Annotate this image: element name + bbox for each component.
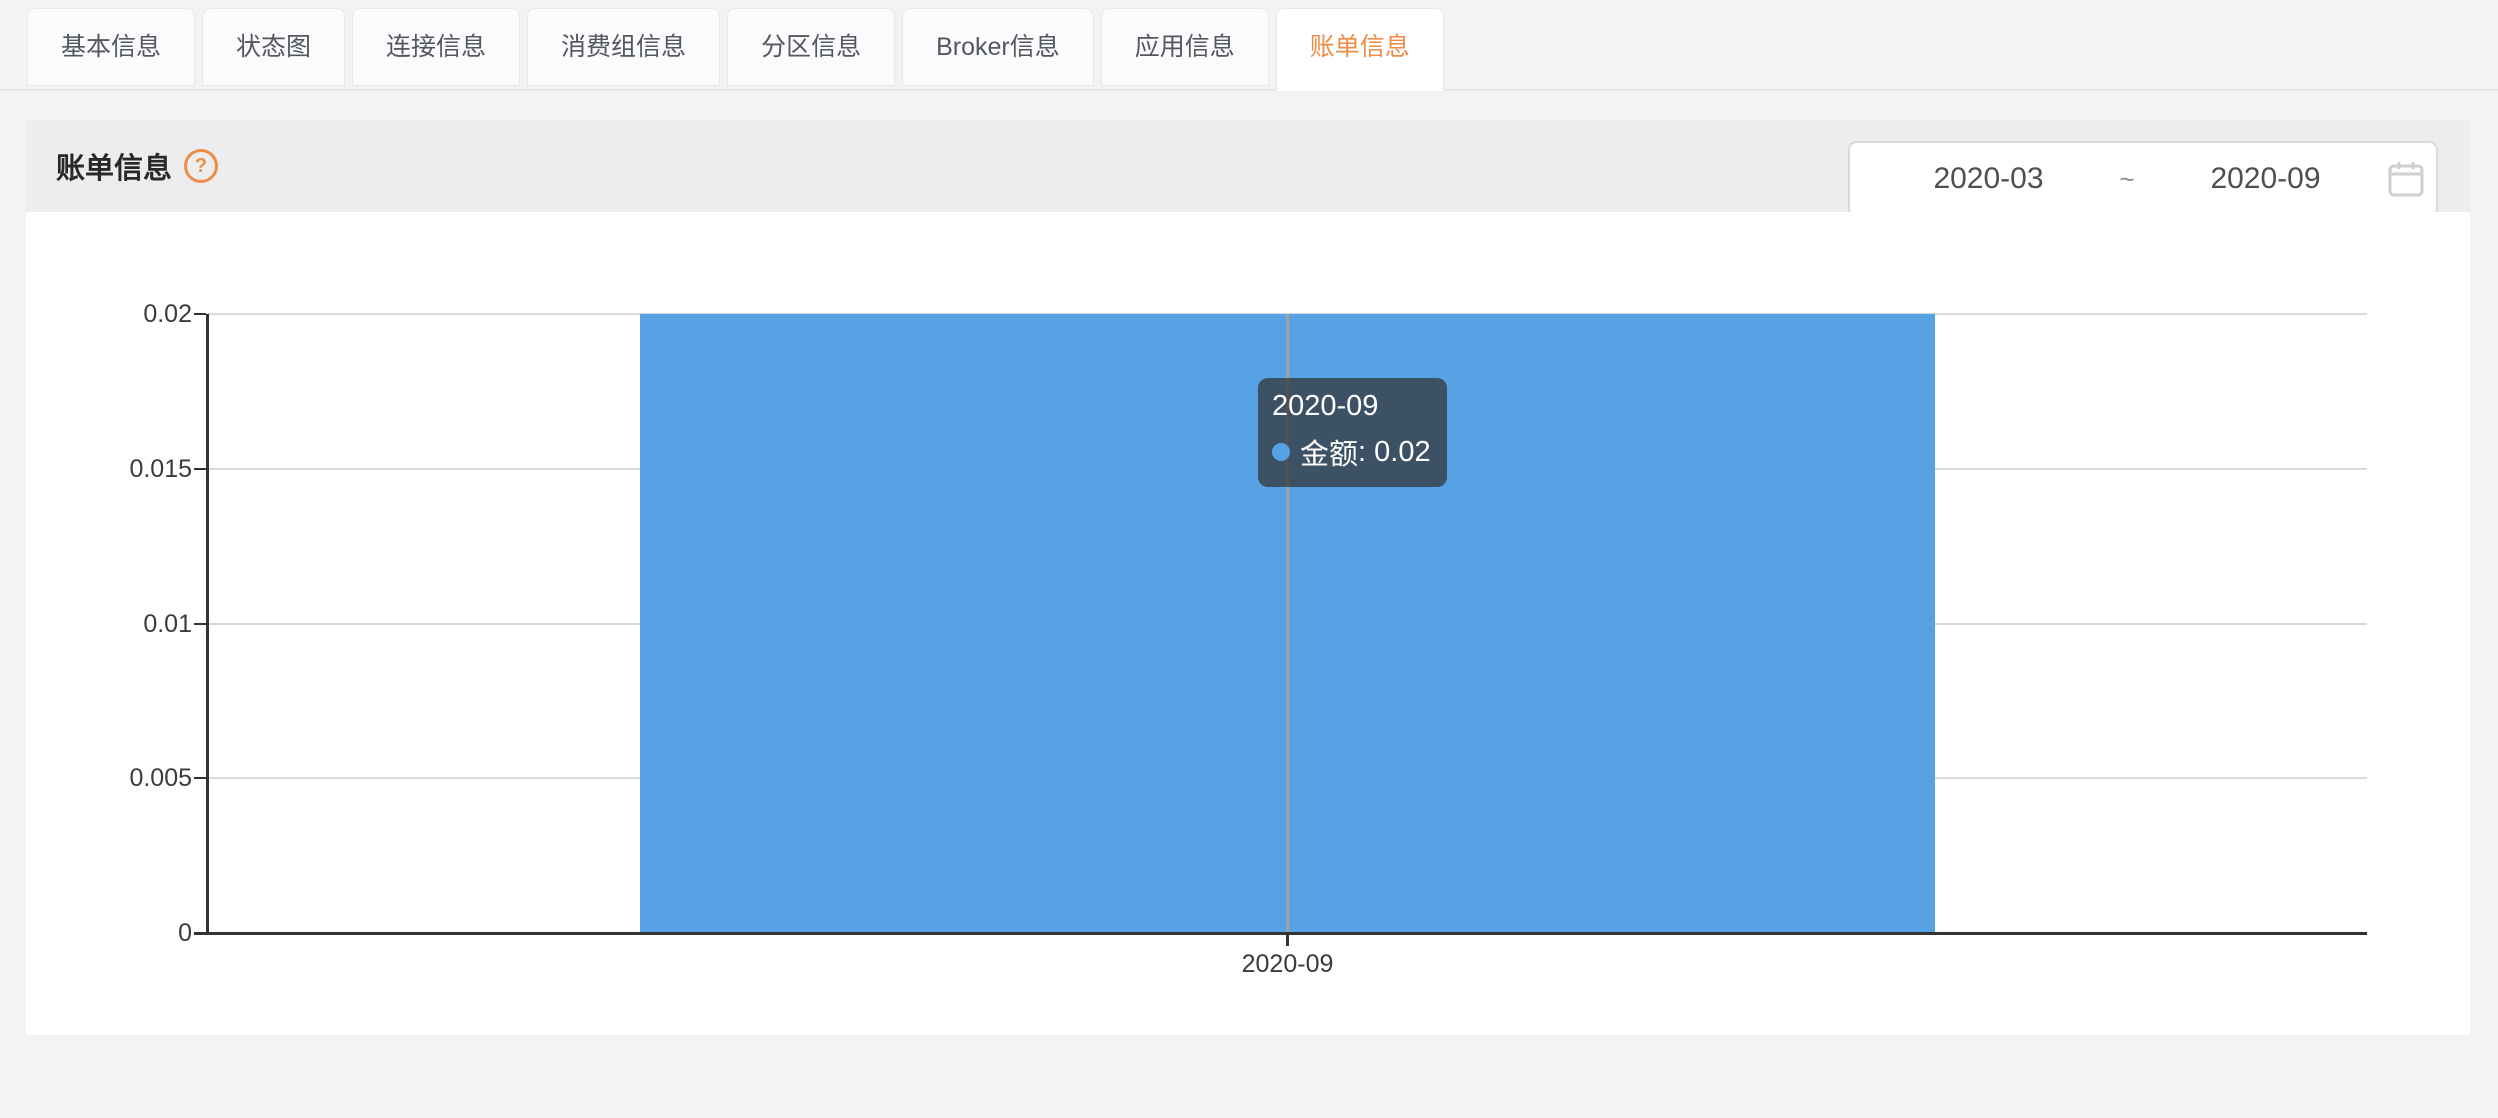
range-start-value[interactable]: 2020-03	[1880, 162, 2097, 196]
tab-item-4[interactable]: 消费组信息	[527, 8, 720, 86]
tab-item-7[interactable]: 应用信息	[1101, 8, 1269, 86]
tooltip-row: 金额: 0.02	[1272, 431, 1431, 473]
tooltip-separator: :	[1358, 436, 1374, 469]
tooltip-value: 0.02	[1374, 436, 1430, 469]
tab-item-1[interactable]: 基本信息	[27, 8, 195, 86]
page: 基本信息状态图连接信息消费组信息分区信息Broker信息应用信息账单信息 账单信…	[0, 0, 2498, 1118]
y-axis-label: 0	[42, 919, 192, 947]
panel-header: 账单信息 ? 2020-03 ~ 2020-09	[26, 120, 2470, 212]
y-axis-label: 0.02	[42, 300, 192, 328]
tab-item-6[interactable]: Broker信息	[902, 8, 1094, 86]
tab-item-5[interactable]: 分区信息	[727, 8, 895, 86]
panel-title: 账单信息	[56, 145, 172, 187]
y-axis-tick	[194, 777, 206, 779]
tab-item-2[interactable]: 状态图	[202, 8, 345, 86]
date-range-picker[interactable]: 2020-03 ~ 2020-09	[1848, 141, 2438, 217]
y-axis-tick	[194, 468, 206, 470]
tab-bar: 基本信息状态图连接信息消费组信息分区信息Broker信息应用信息账单信息	[0, 8, 2498, 91]
question-circle-icon[interactable]: ?	[184, 149, 218, 183]
range-end-value[interactable]: 2020-09	[2157, 162, 2374, 196]
y-axis-line	[206, 314, 209, 935]
tooltip-series-label: 金额	[1300, 431, 1358, 473]
chart-plot: 2020-09 金额: 0.02 00.0050.010.0150.022020…	[26, 212, 2470, 1035]
billing-panel: 账单信息 ? 2020-03 ~ 2020-09 2020-09 金额:	[26, 120, 2470, 1035]
range-separator: ~	[2097, 164, 2157, 195]
y-axis-tick	[194, 623, 206, 625]
calendar-icon	[2386, 159, 2426, 199]
y-axis-label: 0.01	[42, 610, 192, 638]
series-dot-icon	[1272, 443, 1290, 461]
tab-item-3[interactable]: 连接信息	[352, 8, 520, 86]
tooltip-title: 2020-09	[1272, 390, 1431, 423]
y-axis-tick	[194, 313, 206, 315]
x-axis-line	[194, 932, 2367, 935]
y-axis-label: 0.005	[42, 764, 192, 792]
x-axis-tick	[1286, 935, 1289, 946]
chart-tooltip: 2020-09 金额: 0.02	[1258, 378, 1447, 487]
tab-item-8[interactable]: 账单信息	[1276, 8, 1444, 91]
x-axis-label: 2020-09	[1188, 949, 1388, 979]
y-axis-label: 0.015	[42, 455, 192, 483]
